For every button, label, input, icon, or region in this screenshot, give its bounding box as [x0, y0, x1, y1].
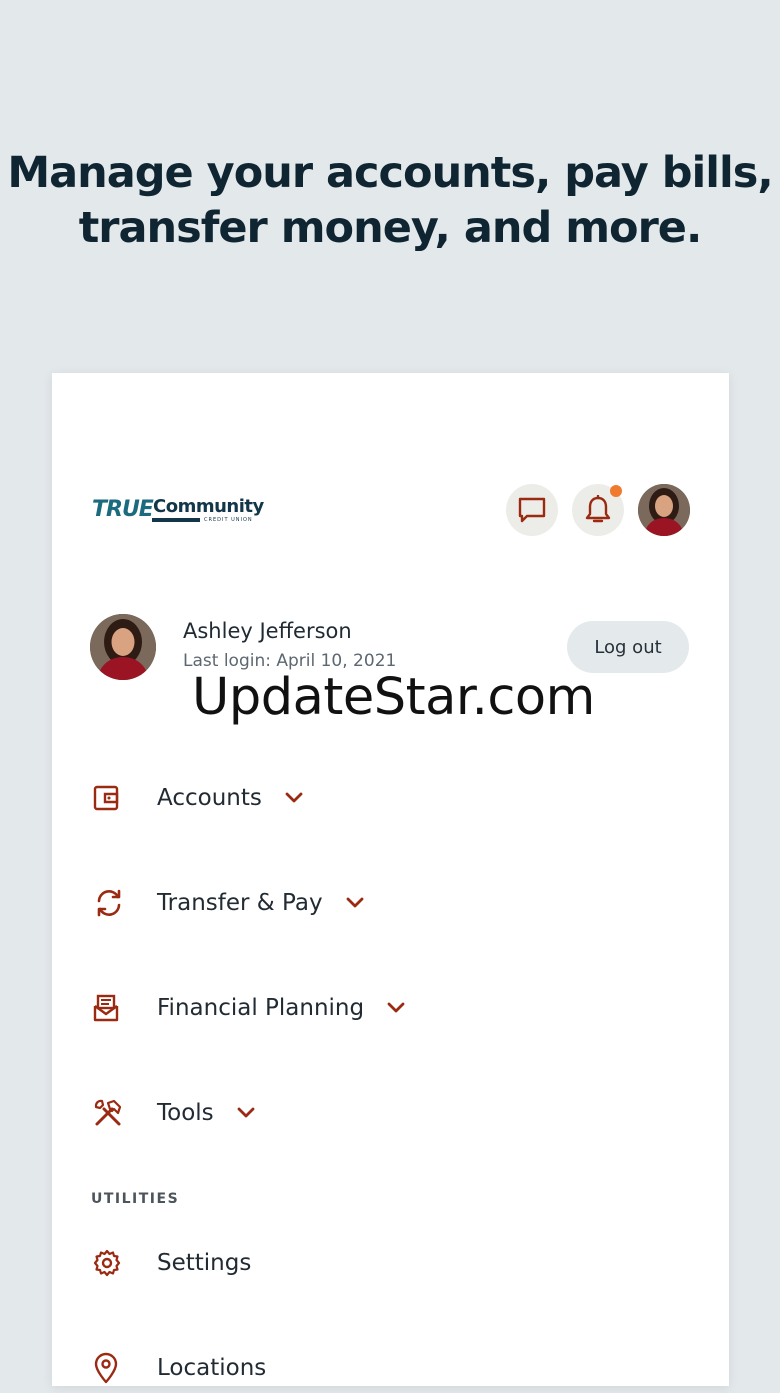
menu-label-locations: Locations: [157, 1355, 267, 1381]
logo-sub: CREDIT UNION: [204, 517, 253, 523]
tools-icon: [92, 1088, 142, 1138]
utilities-heading: UTILITIES: [91, 1191, 180, 1207]
menu-label-financial-planning: Financial Planning: [157, 995, 365, 1021]
wallet-icon: [92, 773, 142, 823]
menu-item-transfer-pay[interactable]: Transfer & Pay: [92, 878, 369, 928]
chevron-down-icon: [345, 891, 369, 915]
menu-label-accounts: Accounts: [157, 785, 262, 811]
notification-dot: [610, 485, 622, 497]
menu-item-financial-planning[interactable]: Financial Planning: [92, 983, 410, 1033]
headline-line-2: transfer money, and more.: [78, 203, 703, 253]
planning-icon: [92, 983, 142, 1033]
logo-brand-secondary: Community: [153, 496, 264, 517]
headline: Manage your accounts, pay bills, transfe…: [0, 146, 780, 256]
chevron-down-icon: [386, 996, 410, 1020]
transfer-icon: [92, 878, 142, 928]
menu-label-settings: Settings: [157, 1250, 252, 1276]
user-avatar: [90, 614, 156, 680]
headline-line-1: Manage your accounts, pay bills,: [7, 148, 773, 198]
menu-label-transfer-pay: Transfer & Pay: [157, 890, 323, 916]
menu-item-accounts[interactable]: Accounts: [92, 773, 308, 823]
logo-brand-main: TRUE: [92, 497, 154, 522]
watermark: UpdateStar.com: [192, 668, 595, 727]
menu-item-tools[interactable]: Tools: [92, 1088, 260, 1138]
true-community-logo[interactable]: TRUE Community CREDIT UNION: [92, 497, 267, 527]
gear-icon: [92, 1238, 142, 1288]
notifications-button[interactable]: [572, 484, 624, 536]
app-panel: TRUE Community CREDIT UNION Ashley Jeffe…: [52, 373, 729, 1386]
chevron-down-icon: [284, 786, 308, 810]
logo-bar: [152, 518, 200, 522]
chevron-down-icon: [236, 1101, 260, 1125]
profile-avatar-button[interactable]: [638, 484, 690, 536]
menu-label-tools: Tools: [157, 1100, 214, 1126]
bell-icon: [584, 495, 612, 525]
messages-button[interactable]: [506, 484, 558, 536]
chat-icon: [517, 496, 547, 524]
user-name: Ashley Jefferson: [183, 619, 352, 643]
menu-item-settings[interactable]: Settings: [92, 1238, 251, 1288]
